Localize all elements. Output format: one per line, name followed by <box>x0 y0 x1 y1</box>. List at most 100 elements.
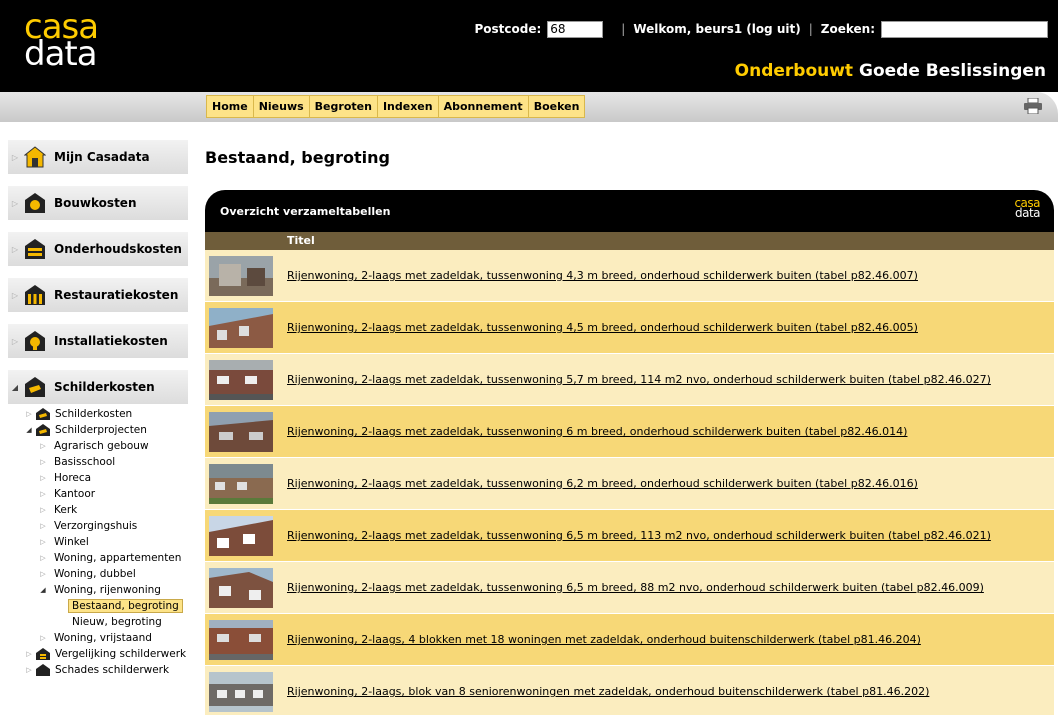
collapsed-arrow-icon: ▷ <box>40 474 46 482</box>
sidebar-item-label: Restauratiekosten <box>54 288 179 302</box>
tree-item-label: Schilderprojecten <box>55 424 147 436</box>
tree-item-project[interactable]: ▷ Verzorgingshuis <box>8 518 188 534</box>
row-link[interactable]: Rijenwoning, 2-laags met zadeldak, tusse… <box>287 477 918 490</box>
menu-indexen[interactable]: Indexen <box>378 96 439 117</box>
row-link[interactable]: Rijenwoning, 2-laags met zadeldak, tusse… <box>287 373 991 386</box>
collapsed-arrow-icon: ▷ <box>11 244 19 254</box>
schilderkosten-tree: ▷ Schilderkosten ◢ Schilderprojecten ▷ Ag… <box>8 406 188 678</box>
table-row: Rijenwoning, 2-laags met zadeldak, tusse… <box>205 406 1054 458</box>
sidebar-item-onderhoudskosten[interactable]: ▷ Onderhoudskosten <box>8 232 188 266</box>
row-link[interactable]: Rijenwoning, 2-laags met zadeldak, tusse… <box>287 529 991 542</box>
overview-panel: Overzicht verzameltabellen casa data Tit… <box>205 190 1054 715</box>
tree-item-vergelijking[interactable]: ▷ Vergelijking schilderwerk <box>8 646 188 662</box>
tree-item-project[interactable]: ▷ Horeca <box>8 470 188 486</box>
menu-abonnement[interactable]: Abonnement <box>439 96 529 117</box>
column-header-titel: Titel <box>205 232 1054 250</box>
sidebar-item-label: Bouwkosten <box>54 196 137 210</box>
maintenance-icon <box>25 239 45 259</box>
tree-item-project[interactable]: ▷ Basisschool <box>8 454 188 470</box>
casadata-logo[interactable]: casa data <box>24 10 124 76</box>
search-label: Zoeken: <box>820 22 875 36</box>
tree-item-project[interactable]: ▷ Kerk <box>8 502 188 518</box>
tree-item-label: Kerk <box>54 504 78 516</box>
menu-boeken[interactable]: Boeken <box>529 96 585 117</box>
tree-item-project[interactable]: ▷ Agrarisch gebouw <box>8 438 188 454</box>
separator: | <box>808 22 813 36</box>
installation-icon <box>25 331 45 351</box>
tree-leaf-nieuw-begroting[interactable]: Nieuw, begroting <box>8 614 188 630</box>
paint-icon <box>25 377 45 397</box>
tree-item-schilderkosten[interactable]: ▷ Schilderkosten <box>8 406 188 422</box>
row-link[interactable]: Rijenwoning, 2-laags met zadeldak, tusse… <box>287 269 918 282</box>
collapsed-arrow-icon: ▷ <box>11 198 19 208</box>
building-costs-icon <box>25 193 45 213</box>
collapsed-arrow-icon: ▷ <box>26 650 32 658</box>
tree-item-label: Schilderkosten <box>55 408 133 420</box>
paint-icon <box>36 408 50 420</box>
house-photo-thumbnail <box>209 515 273 556</box>
comparison-icon <box>36 648 50 660</box>
search-input[interactable] <box>881 20 1048 38</box>
sidebar-item-schilderkosten[interactable]: ◢ Schilderkosten <box>8 370 188 404</box>
tree-item-label: Vergelijking schilderwerk <box>55 648 187 660</box>
menu-nieuws[interactable]: Nieuws <box>254 96 310 117</box>
row-link[interactable]: Rijenwoning, 2-laags met zadeldak, tusse… <box>287 425 907 438</box>
tree-item-label: Woning, appartementen <box>54 552 182 564</box>
row-link[interactable]: Rijenwoning, 2-laags met zadeldak, tusse… <box>287 581 984 594</box>
house-photo-thumbnail <box>209 463 273 504</box>
menu-begroten[interactable]: Begroten <box>310 96 378 117</box>
tree-item-project[interactable]: ◢ Woning, rijenwoning <box>8 582 188 598</box>
tree-item-label: Woning, dubbel <box>54 568 136 580</box>
collapsed-arrow-icon: ▷ <box>40 554 46 562</box>
collapsed-arrow-icon: ▷ <box>11 336 19 346</box>
tree-item-label: Woning, vrijstaand <box>54 632 152 644</box>
sidebar-item-installatiekosten[interactable]: ▷ Installatiekosten <box>8 324 188 358</box>
tree-item-label: Nieuw, begroting <box>72 616 162 628</box>
nav-bar: Home Nieuws Begroten Indexen Abonnement … <box>0 92 1058 122</box>
collapsed-arrow-icon: ▷ <box>11 290 19 300</box>
page-title: Bestaand, begroting <box>205 148 390 167</box>
sidebar-item-label: Mijn Casadata <box>54 150 150 164</box>
row-link[interactable]: Rijenwoning, 2-laags, blok van 8 seniore… <box>287 685 929 698</box>
tagline-accent: Onderbouwt <box>734 61 854 81</box>
sidebar-item-label: Onderhoudskosten <box>54 242 182 256</box>
row-link[interactable]: Rijenwoning, 2-laags met zadeldak, tusse… <box>287 321 918 334</box>
tree-item-project[interactable]: ▷ Kantoor <box>8 486 188 502</box>
menu-home[interactable]: Home <box>207 96 254 117</box>
panel-header: Overzicht verzameltabellen casa data <box>205 190 1054 232</box>
tree-item-schades[interactable]: ▷ Schades schilderwerk <box>8 662 188 678</box>
tree-leaf-bestaand-begroting[interactable]: Bestaand, begroting <box>8 598 188 614</box>
house-photo-thumbnail <box>209 619 273 660</box>
sidebar-item-mijn-casadata[interactable]: ▷ Mijn Casadata <box>8 140 188 174</box>
sidebar-item-restauratiekosten[interactable]: ▷ Restauratiekosten <box>8 278 188 312</box>
logout-link[interactable]: (log uit) <box>746 22 801 36</box>
tree-item-label: Horeca <box>54 472 92 484</box>
tree-item-project[interactable]: ▷ Woning, dubbel <box>8 566 188 582</box>
collapsed-arrow-icon: ▷ <box>40 634 46 642</box>
row-link[interactable]: Rijenwoning, 2-laags, 4 blokken met 18 w… <box>287 633 921 646</box>
printer-icon[interactable] <box>1024 98 1042 114</box>
welcome-text: Welkom, beurs1 <box>633 22 743 36</box>
tree-item-label: Bestaand, begroting <box>68 599 183 613</box>
paint-icon <box>36 424 50 436</box>
tree-item-label: Winkel <box>54 536 89 548</box>
collapsed-arrow-icon: ▷ <box>40 538 46 546</box>
tree-item-project[interactable]: ▷ Winkel <box>8 534 188 550</box>
collapsed-arrow-icon: ▷ <box>40 458 46 466</box>
collapsed-arrow-icon: ▷ <box>40 522 46 530</box>
panel-logo: casa data <box>1014 197 1040 219</box>
house-photo-thumbnail <box>209 567 273 608</box>
collapsed-arrow-icon: ▷ <box>40 490 46 498</box>
logo-bottom-text: data <box>24 34 98 74</box>
tree-item-project[interactable]: ▷ Woning, vrijstaand <box>8 630 188 646</box>
tree-item-project[interactable]: ▷ Woning, appartementen <box>8 550 188 566</box>
postcode-input[interactable] <box>547 20 604 38</box>
table-row: Rijenwoning, 2-laags met zadeldak, tusse… <box>205 510 1054 562</box>
tree-item-label: Basisschool <box>54 456 116 468</box>
sidebar-item-bouwkosten[interactable]: ▷ Bouwkosten <box>8 186 188 220</box>
header: casa data Postcode: | Welkom, beurs1 (lo… <box>0 0 1058 92</box>
table-row: Rijenwoning, 2-laags met zadeldak, tusse… <box>205 250 1054 302</box>
tree-item-schilderprojecten[interactable]: ◢ Schilderprojecten <box>8 422 188 438</box>
sidebar: ▷ Mijn Casadata ▷ Bouwkosten ▷ Onderhoud… <box>8 140 188 678</box>
expanded-arrow-icon: ◢ <box>40 586 46 594</box>
